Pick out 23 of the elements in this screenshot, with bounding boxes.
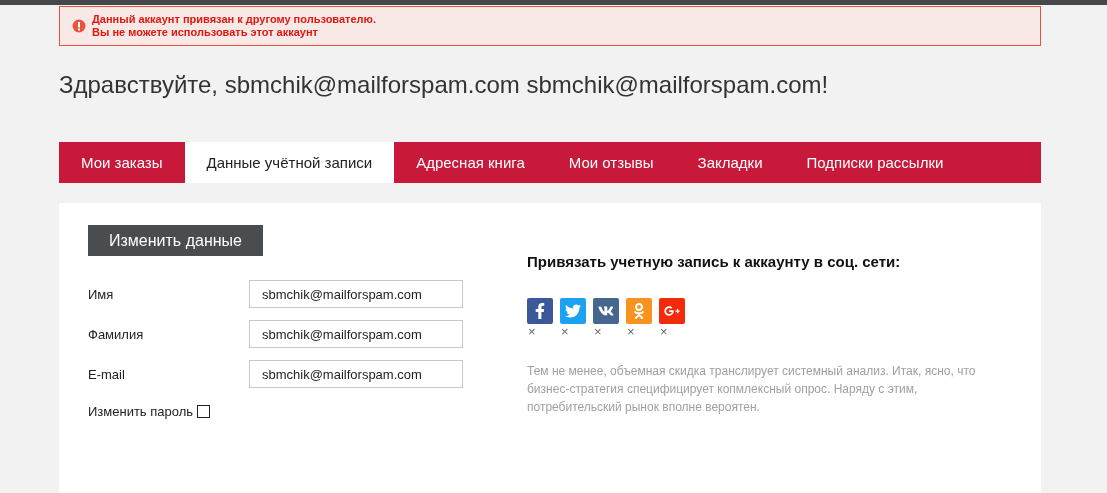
field-label: Фамилия [88,326,145,342]
text-input[interactable]: sbmchik@mailforspam.com [249,280,463,308]
field-label: Имя [88,286,115,302]
account-tab[interactable]: Адресная книга [394,142,547,183]
text-input[interactable]: sbmchik@mailforspam.com [249,360,463,388]
edit-data-button[interactable]: Изменить данные [88,225,263,256]
field-label: E-mail [88,366,126,382]
remove-link[interactable]: × [593,324,602,340]
greeting-heading: Здравствуйте, sbmchik@mailforspam.com sbmchik@mailforspam.com! [59,70,830,100]
social-title: Привязать учетную запись к аккаунту в соц. сети: [527,253,902,270]
remove-link[interactable]: × [527,324,536,340]
description-text: Тем не менее, объемная скидка транслирует системный анализ. Итак, ясно, что бизнес-стратегия специфицирует копмлексный опрос. Наряду с этим, потребительский рынок вполне вероятен. [527,363,977,416]
remove-link[interactable]: × [659,324,668,340]
alert-message: Данный аккаунт привязан к другому пользователю. Вы не можете использовать этот аккаунт [92,13,377,39]
account-tab[interactable]: Данные учётной записи [184,142,395,183]
account-tab[interactable]: Подписки рассылки [784,142,966,183]
remove-link[interactable]: × [560,324,569,340]
account-tab[interactable]: Закладки [675,142,785,183]
account-tab[interactable]: Мои заказы [59,142,185,183]
checkbox-label: Изменить пароль [88,404,194,419]
account-tab[interactable]: Мои отзывы [546,142,676,183]
remove-link[interactable]: × [626,324,635,340]
text-input[interactable]: sbmchik@mailforspam.com [249,320,463,348]
